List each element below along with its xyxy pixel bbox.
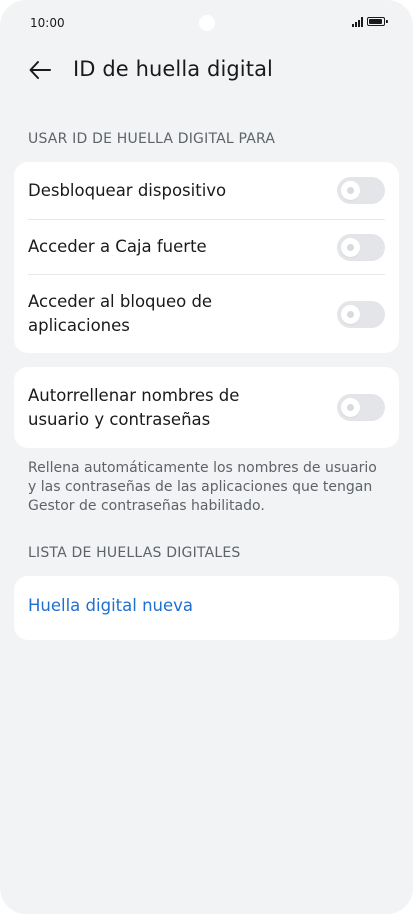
row-safe-access[interactable]: Acceder a Caja fuerte bbox=[28, 220, 385, 274]
row-app-lock[interactable]: Acceder al bloqueo de aplicaciones bbox=[28, 275, 385, 353]
toggle-app-lock[interactable] bbox=[337, 300, 385, 328]
status-bar: 10:00 bbox=[0, 0, 413, 46]
toggle-knob bbox=[341, 398, 360, 417]
section-label-fingerprint-list: LISTA DE HUELLAS DIGITALES bbox=[28, 545, 241, 561]
row-label: Acceder a Caja fuerte bbox=[28, 237, 207, 256]
section-label-use-for: USAR ID DE HUELLA DIGITAL PARA bbox=[28, 131, 276, 147]
toggle-unlock-device[interactable] bbox=[337, 177, 385, 204]
toggle-safe-access[interactable] bbox=[337, 233, 385, 261]
header: ID de huella digital bbox=[0, 50, 413, 90]
phone-screen: 10:00 ID de huella digital USAR ID DE HU… bbox=[0, 0, 413, 914]
autofill-description: Rellena automáticamente los nombres de u… bbox=[28, 460, 377, 514]
system-icons bbox=[352, 16, 388, 27]
toggle-knob bbox=[341, 304, 360, 324]
battery-icon bbox=[367, 17, 388, 26]
row-label: Desbloquear dispositivo bbox=[28, 180, 227, 200]
fingerprint-list-card: Huella digital nueva bbox=[14, 576, 399, 640]
camera-cutout bbox=[199, 15, 215, 31]
toggle-autofill[interactable] bbox=[337, 394, 385, 421]
autofill-card: Autorrellenar nombres de usuario y contr… bbox=[14, 367, 399, 448]
arrow-left-icon[interactable] bbox=[26, 55, 56, 85]
row-unlock-device[interactable]: Desbloquear dispositivo bbox=[28, 162, 385, 219]
row-label: Acceder al bloqueo de aplicaciones bbox=[28, 292, 213, 335]
toggle-knob bbox=[341, 181, 360, 200]
status-time: 10:00 bbox=[30, 16, 65, 30]
row-autofill[interactable]: Autorrellenar nombres de usuario y contr… bbox=[28, 367, 385, 448]
toggle-knob bbox=[341, 237, 360, 257]
row-label: Autorrellenar nombres de usuario y contr… bbox=[28, 385, 240, 429]
new-fingerprint-link[interactable]: Huella digital nueva bbox=[28, 596, 193, 615]
page-title: ID de huella digital bbox=[73, 57, 273, 81]
use-for-card: Desbloquear dispositivo Acceder a Caja f… bbox=[14, 162, 399, 353]
signal-icon bbox=[352, 16, 363, 27]
